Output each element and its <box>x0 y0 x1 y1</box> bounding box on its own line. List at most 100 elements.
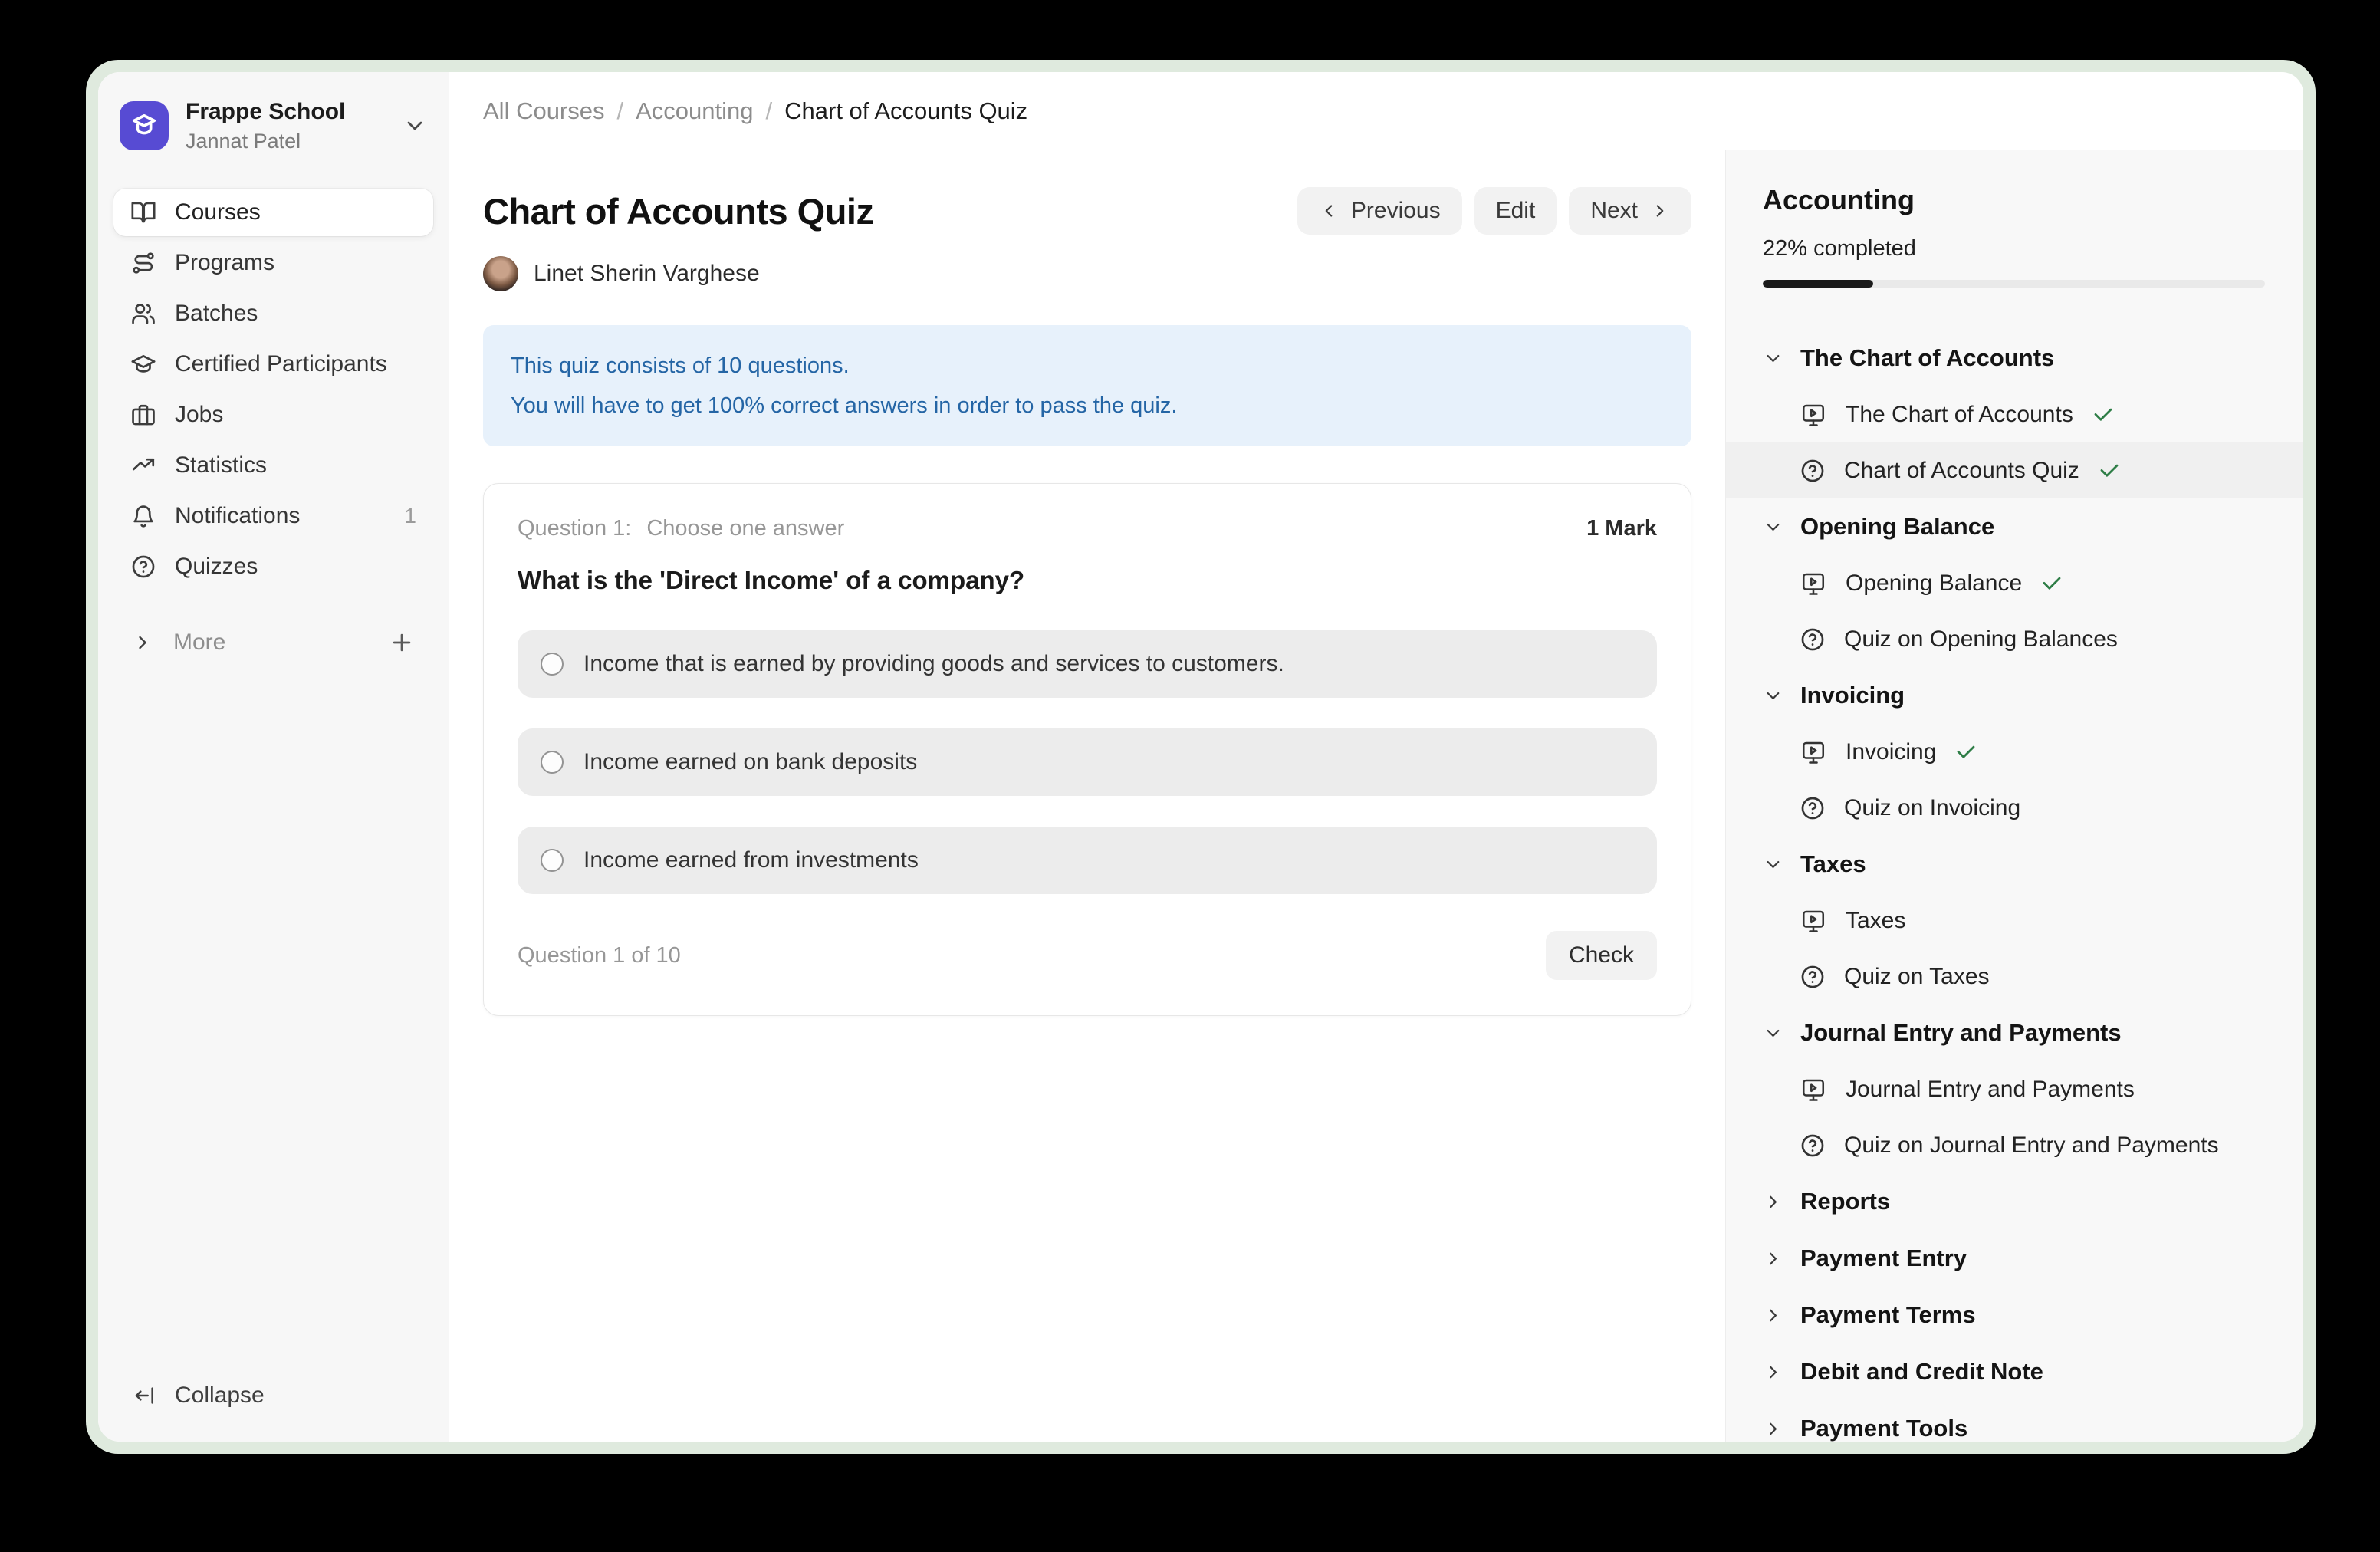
outline-section-opening-balance[interactable]: Opening Balance <box>1726 498 2303 555</box>
chevron-down-icon <box>1763 348 1783 369</box>
author-name: Linet Sherin Varghese <box>534 261 760 287</box>
sidebar-item-label: Batches <box>175 301 258 327</box>
outline-lesson[interactable]: Taxes <box>1726 893 2303 949</box>
radio-button[interactable] <box>541 849 564 872</box>
app-window: Frappe School Jannat Patel Courses Progr… <box>86 60 2316 1454</box>
check-button[interactable]: Check <box>1546 931 1657 980</box>
help-circle-icon <box>130 554 156 580</box>
outline-quiz-current[interactable]: Chart of Accounts Quiz <box>1726 442 2303 498</box>
lesson-video-icon <box>1800 738 1827 766</box>
breadcrumb: All Courses / Accounting / Chart of Acco… <box>449 72 2303 150</box>
next-button[interactable]: Next <box>1569 187 1691 235</box>
option-label: Income earned from investments <box>583 847 919 873</box>
sidebar-item-batches[interactable]: Batches <box>113 290 433 337</box>
outline-lesson[interactable]: Journal Entry and Payments <box>1726 1061 2303 1117</box>
sidebar-item-jobs[interactable]: Jobs <box>113 391 433 439</box>
main-column: All Courses / Accounting / Chart of Acco… <box>449 72 2303 1442</box>
quiz-page: Chart of Accounts Quiz Previous Edit Nex… <box>449 150 1725 1442</box>
outline-quiz[interactable]: Quiz on Opening Balances <box>1726 611 2303 667</box>
outline-quiz[interactable]: Quiz on Journal Entry and Payments <box>1726 1117 2303 1173</box>
sidebar-more-toggle[interactable]: More <box>113 620 433 666</box>
breadcrumb-accounting[interactable]: Accounting <box>636 97 753 125</box>
outline-quiz[interactable]: Quiz on Taxes <box>1726 949 2303 1005</box>
app-frame: Frappe School Jannat Patel Courses Progr… <box>98 72 2303 1442</box>
chevron-down-icon <box>1763 854 1783 875</box>
question-card: Question 1: Choose one answer 1 Mark Wha… <box>483 483 1691 1016</box>
left-sidebar: Frappe School Jannat Patel Courses Progr… <box>98 72 449 1442</box>
completed-check-icon <box>2098 459 2121 482</box>
lesson-video-icon <box>1800 401 1827 429</box>
answer-option[interactable]: Income earned on bank deposits <box>518 728 1657 796</box>
sidebar-collapse-button[interactable]: Collapse <box>113 1373 433 1419</box>
chevron-down-icon <box>403 113 427 138</box>
sidebar-item-statistics[interactable]: Statistics <box>113 442 433 489</box>
question-instruction: Choose one answer <box>646 516 844 541</box>
workspace-user: Jannat Patel <box>186 129 345 153</box>
sidebar-item-programs[interactable]: Programs <box>113 239 433 287</box>
trending-up-icon <box>130 452 156 478</box>
sidebar-item-label: Notifications <box>175 503 300 529</box>
briefcase-icon <box>130 402 156 428</box>
sidebar-item-label: Statistics <box>175 452 267 478</box>
outline-section-debit-credit-note[interactable]: Debit and Credit Note <box>1726 1343 2303 1400</box>
outline-section-taxes[interactable]: Taxes <box>1726 836 2303 893</box>
outline-lesson[interactable]: Invoicing <box>1726 724 2303 780</box>
outline-quiz[interactable]: Quiz on Invoicing <box>1726 780 2303 836</box>
sidebar-item-courses[interactable]: Courses <box>113 189 433 236</box>
chevron-down-icon <box>1763 686 1783 706</box>
outline-section-payment-terms[interactable]: Payment Terms <box>1726 1287 2303 1343</box>
outline-section-reports[interactable]: Reports <box>1726 1173 2303 1230</box>
plus-icon[interactable] <box>389 630 415 656</box>
question-pagination: Question 1 of 10 <box>518 943 681 968</box>
collapse-label: Collapse <box>175 1383 265 1409</box>
course-outline-sidebar: Accounting 22% completed The Chart of Ac… <box>1725 150 2303 1442</box>
lesson-video-icon <box>1800 1076 1827 1103</box>
course-title: Accounting <box>1726 184 2303 216</box>
radio-button[interactable] <box>541 653 564 676</box>
answer-option[interactable]: Income earned from investments <box>518 827 1657 894</box>
chevron-right-icon <box>1763 1419 1783 1439</box>
outline-lesson[interactable]: Opening Balance <box>1726 555 2303 611</box>
lesson-video-icon <box>1800 570 1827 597</box>
outline-lesson[interactable]: The Chart of Accounts <box>1726 386 2303 442</box>
author-avatar <box>483 256 518 291</box>
outline-section-invoicing[interactable]: Invoicing <box>1726 667 2303 724</box>
answer-option[interactable]: Income that is earned by providing goods… <box>518 630 1657 698</box>
chevron-down-icon <box>1763 1023 1783 1044</box>
chevron-right-icon <box>1763 1362 1783 1383</box>
course-progress-fill <box>1763 280 1873 288</box>
workspace-switcher[interactable]: Frappe School Jannat Patel <box>113 98 433 153</box>
workspace-title: Frappe School <box>186 98 345 126</box>
answer-options: Income that is earned by providing goods… <box>518 630 1657 894</box>
sidebar-item-notifications[interactable]: Notifications 1 <box>113 492 433 540</box>
course-progress-text: 22% completed <box>1726 236 2303 261</box>
outline-section-payment-entry[interactable]: Payment Entry <box>1726 1230 2303 1287</box>
previous-button[interactable]: Previous <box>1297 187 1462 235</box>
quiz-question-icon <box>1800 458 1826 484</box>
chevron-right-icon <box>1650 201 1670 221</box>
bell-icon <box>130 503 156 529</box>
sidebar-menu: Courses Programs Batches Certified Parti… <box>113 189 433 590</box>
radio-button[interactable] <box>541 751 564 774</box>
route-icon <box>130 250 156 276</box>
sidebar-item-quizzes[interactable]: Quizzes <box>113 543 433 590</box>
outline-section-payment-tools[interactable]: Payment Tools <box>1726 1400 2303 1442</box>
completed-check-icon <box>1954 741 1977 764</box>
option-label: Income that is earned by providing goods… <box>583 651 1284 677</box>
outline-section-journal-entry[interactable]: Journal Entry and Payments <box>1726 1005 2303 1061</box>
frappe-school-logo <box>120 101 169 150</box>
course-progress-bar <box>1763 280 2265 288</box>
notice-line: You will have to get 100% correct answer… <box>511 390 1664 422</box>
chevron-right-icon <box>1763 1192 1783 1212</box>
graduation-cap-logo-icon <box>127 109 161 143</box>
outline-section-chart-of-accounts[interactable]: The Chart of Accounts <box>1726 330 2303 386</box>
sidebar-item-label: Jobs <box>175 402 223 428</box>
breadcrumb-all-courses[interactable]: All Courses <box>483 97 605 125</box>
completed-check-icon <box>2092 403 2115 426</box>
quiz-question-icon <box>1800 1133 1826 1159</box>
chevron-right-icon <box>1763 1305 1783 1326</box>
notice-line: This quiz consists of 10 questions. <box>511 350 1664 382</box>
edit-button[interactable]: Edit <box>1474 187 1557 235</box>
sidebar-item-certified-participants[interactable]: Certified Participants <box>113 340 433 388</box>
page-title: Chart of Accounts Quiz <box>483 190 874 232</box>
